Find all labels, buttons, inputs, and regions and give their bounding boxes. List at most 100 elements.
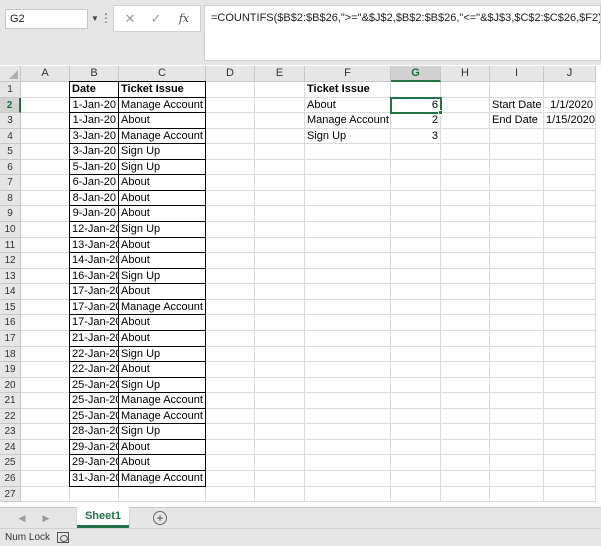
- table-cell-date[interactable]: 6-Jan-20: [69, 174, 119, 191]
- grid-cell[interactable]: [21, 97, 70, 114]
- grid-cell[interactable]: [391, 330, 441, 347]
- row-header-27[interactable]: 27: [0, 486, 21, 503]
- grid-cell[interactable]: [441, 486, 490, 503]
- fill-handle[interactable]: [438, 110, 443, 116]
- column-header-e[interactable]: E: [255, 66, 305, 82]
- table-cell-date[interactable]: 29-Jan-20: [69, 438, 122, 456]
- table-cell-issue[interactable]: Manage Account: [118, 96, 206, 114]
- grid-cell[interactable]: [490, 128, 544, 145]
- table-cell-issue[interactable]: About: [118, 454, 206, 471]
- grid-cell[interactable]: [305, 424, 391, 440]
- grid-cell[interactable]: [544, 206, 596, 223]
- grid-cell[interactable]: [305, 206, 391, 223]
- grid-cell[interactable]: [391, 144, 441, 160]
- grid-cell[interactable]: [206, 97, 255, 114]
- grid-cell[interactable]: [21, 159, 70, 176]
- grid-cell[interactable]: [544, 190, 596, 207]
- start-date-label[interactable]: Start Date: [490, 97, 544, 114]
- table-cell-issue[interactable]: About: [118, 112, 206, 129]
- grid-cell[interactable]: [441, 159, 490, 176]
- table-cell-issue[interactable]: About: [118, 189, 206, 207]
- row-header-10[interactable]: 10: [0, 222, 21, 238]
- table-cell-date[interactable]: 12-Jan-20: [69, 221, 122, 238]
- grid-cell[interactable]: [441, 284, 490, 300]
- table-cell-issue[interactable]: Manage Account: [118, 470, 206, 487]
- grid-cell[interactable]: [21, 299, 70, 316]
- grid-cell[interactable]: [206, 486, 255, 503]
- grid-cell[interactable]: [305, 330, 391, 347]
- grid-cell[interactable]: [206, 439, 255, 456]
- grid-cell[interactable]: [255, 253, 305, 269]
- row-header-5[interactable]: 5: [0, 144, 21, 160]
- column-header-b[interactable]: B: [70, 66, 119, 82]
- table-cell-issue[interactable]: Sign Up: [118, 423, 206, 440]
- grid-cell[interactable]: [441, 362, 490, 378]
- grid-cell[interactable]: [255, 455, 305, 471]
- grid-cell[interactable]: [544, 253, 596, 269]
- table-cell-date[interactable]: 14-Jan-20: [69, 252, 122, 269]
- grid-cell[interactable]: [206, 268, 255, 285]
- table-cell-date[interactable]: 3-Jan-20: [69, 143, 119, 160]
- row-header-24[interactable]: 24: [0, 439, 21, 456]
- grid-cell[interactable]: [21, 424, 70, 440]
- grid-cell[interactable]: [206, 237, 255, 254]
- grid-cell[interactable]: [21, 377, 70, 394]
- grid-cell[interactable]: [544, 346, 596, 363]
- table-cell-issue[interactable]: Manage Account: [118, 407, 206, 425]
- table-cell-date[interactable]: 16-Jan-20: [69, 267, 122, 285]
- grid-cell[interactable]: [441, 393, 490, 409]
- grid-cell[interactable]: [21, 190, 70, 207]
- table-cell-issue[interactable]: About: [118, 252, 206, 269]
- grid-cell[interactable]: [391, 268, 441, 285]
- table-cell-issue[interactable]: About: [118, 283, 206, 300]
- grid-cell[interactable]: [21, 439, 70, 456]
- grid-cell[interactable]: [70, 486, 119, 503]
- grid-cell[interactable]: [206, 346, 255, 363]
- table-cell-date[interactable]: 13-Jan-20: [69, 236, 122, 254]
- row-header-6[interactable]: 6: [0, 159, 21, 176]
- grid-cell[interactable]: [255, 175, 305, 191]
- grid-cell[interactable]: [255, 159, 305, 176]
- grid-cell[interactable]: [206, 315, 255, 331]
- grid-cell[interactable]: [21, 315, 70, 331]
- grid-cell[interactable]: [490, 268, 544, 285]
- grid-cell[interactable]: [441, 97, 490, 114]
- column-header-g[interactable]: G: [391, 66, 441, 82]
- grid-cell[interactable]: [305, 377, 391, 394]
- grid-cell[interactable]: [305, 471, 391, 487]
- grid-cell[interactable]: [391, 408, 441, 425]
- row-header-16[interactable]: 16: [0, 315, 21, 331]
- grid-cell[interactable]: [206, 377, 255, 394]
- table-cell-issue[interactable]: Sign Up: [118, 143, 206, 160]
- grid-cell[interactable]: [255, 299, 305, 316]
- grid-cell[interactable]: [206, 190, 255, 207]
- grid-cell[interactable]: [391, 175, 441, 191]
- table-cell-date[interactable]: 8-Jan-20: [69, 189, 119, 207]
- grid-cell[interactable]: [490, 159, 544, 176]
- row-header-23[interactable]: 23: [0, 424, 21, 440]
- column-header-i[interactable]: I: [490, 66, 544, 82]
- column-header-a[interactable]: A: [21, 66, 70, 82]
- grid-cell[interactable]: [206, 159, 255, 176]
- grid-cell[interactable]: [490, 408, 544, 425]
- grid-cell[interactable]: [490, 393, 544, 409]
- grid-cell[interactable]: [391, 455, 441, 471]
- sheet-tab-sheet1[interactable]: Sheet1: [77, 507, 129, 528]
- row-header-12[interactable]: 12: [0, 253, 21, 269]
- grid-cell[interactable]: [490, 471, 544, 487]
- grid-cell[interactable]: [441, 439, 490, 456]
- table-header-date[interactable]: Date: [69, 81, 119, 98]
- grid-cell[interactable]: [21, 113, 70, 129]
- grid-cell[interactable]: [544, 330, 596, 347]
- grid-cell[interactable]: [544, 393, 596, 409]
- grid-cell[interactable]: [391, 424, 441, 440]
- grid-cell[interactable]: [544, 144, 596, 160]
- grid-cell[interactable]: [21, 362, 70, 378]
- grid-cell[interactable]: [21, 268, 70, 285]
- grid-cell[interactable]: [441, 175, 490, 191]
- grid-cell[interactable]: [490, 237, 544, 254]
- add-sheet-icon[interactable]: +: [153, 511, 167, 525]
- grid-cell[interactable]: [305, 346, 391, 363]
- grid-cell[interactable]: [21, 82, 70, 98]
- grid-cell[interactable]: [490, 299, 544, 316]
